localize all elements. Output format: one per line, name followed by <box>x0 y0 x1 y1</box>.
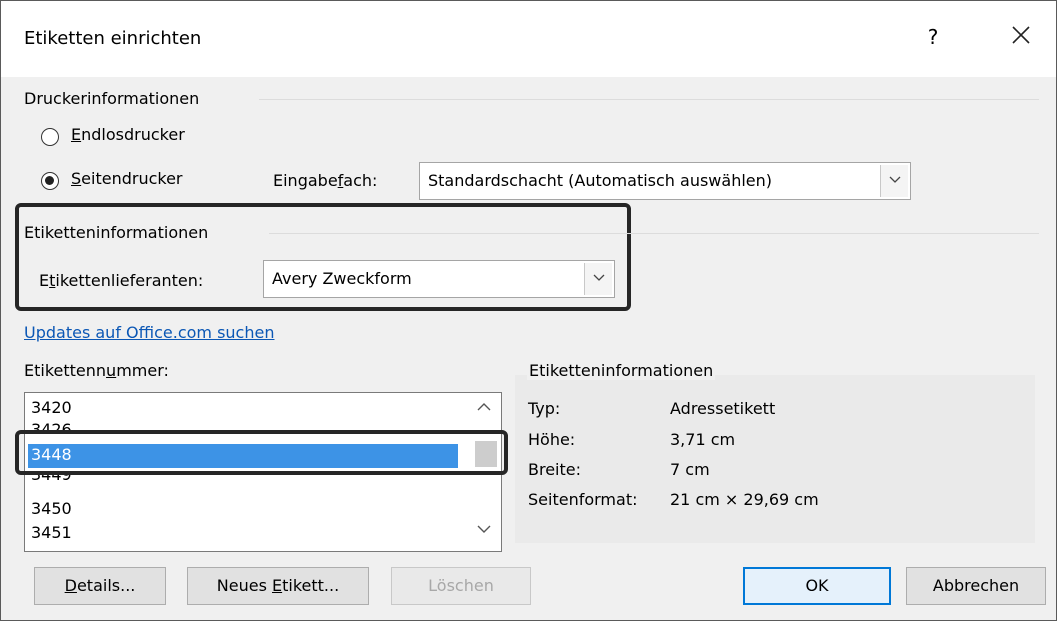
chevron-up-icon <box>477 403 491 411</box>
detail-key: Höhe: <box>528 430 576 449</box>
dialog-title: Etiketten einrichten <box>24 28 202 49</box>
selection-highlight-frame <box>15 430 508 475</box>
label-details-box: Etiketteninformationen Typ: Adressetiket… <box>515 361 1035 543</box>
group-divider <box>269 233 1039 234</box>
ok-button[interactable]: OK <box>743 567 891 605</box>
vendor-select-value: Avery Zweckform <box>272 269 412 288</box>
product-number-label: Etikettennummer: <box>24 361 169 380</box>
label-setup-dialog: Etiketten einrichten ? Druckerinformatio… <box>0 0 1057 621</box>
close-icon[interactable] <box>1007 21 1035 49</box>
page-printer-label[interactable]: Seitendrucker <box>71 169 183 188</box>
chevron-down-icon <box>593 274 605 281</box>
tray-label: Eingabefach: <box>273 171 378 190</box>
cancel-button[interactable]: Abbrechen <box>906 567 1046 605</box>
details-button[interactable]: Details... <box>34 567 166 605</box>
new-label-button[interactable]: Neues Etikett... <box>187 567 369 605</box>
detail-value: 21 cm × 29,69 cm <box>670 490 819 509</box>
office-updates-link[interactable]: Updates auf Office.com suchen <box>24 323 274 342</box>
page-printer-radio[interactable] <box>41 172 59 190</box>
list-item[interactable]: 3420 <box>31 398 72 417</box>
tray-select[interactable]: Standardschacht (Automatisch auswählen) <box>419 162 911 200</box>
continuous-printer-radio[interactable] <box>41 128 59 146</box>
tray-dropdown-button[interactable] <box>880 165 908 197</box>
detail-value: Adressetikett <box>670 399 776 418</box>
vendor-label: Etikettenlieferanten: <box>39 271 204 290</box>
group-divider <box>259 99 1039 100</box>
title-bar: Etiketten einrichten ? <box>1 1 1056 77</box>
label-info-heading: Etiketteninformationen <box>24 223 209 242</box>
chevron-down-icon <box>477 525 491 533</box>
detail-key: Typ: <box>528 399 561 418</box>
details-heading: Etiketteninformationen <box>527 361 716 380</box>
detail-value: 7 cm <box>670 460 710 479</box>
tray-select-value: Standardschacht (Automatisch auswählen) <box>428 171 773 190</box>
list-item[interactable]: 3450 <box>31 499 72 518</box>
detail-key: Seitenformat: <box>528 490 638 509</box>
help-button[interactable]: ? <box>921 25 945 49</box>
chevron-down-icon <box>889 176 901 183</box>
vendor-dropdown-button[interactable] <box>584 263 612 295</box>
vendor-select[interactable]: Avery Zweckform <box>263 260 615 298</box>
detail-value: 3,71 cm <box>670 430 736 449</box>
list-item[interactable]: 3451 <box>31 523 72 542</box>
delete-button[interactable]: Löschen <box>391 567 531 605</box>
printer-info-heading: Druckerinformationen <box>24 89 200 108</box>
detail-key: Breite: <box>528 460 581 479</box>
continuous-printer-label[interactable]: Endlosdrucker <box>71 125 185 144</box>
